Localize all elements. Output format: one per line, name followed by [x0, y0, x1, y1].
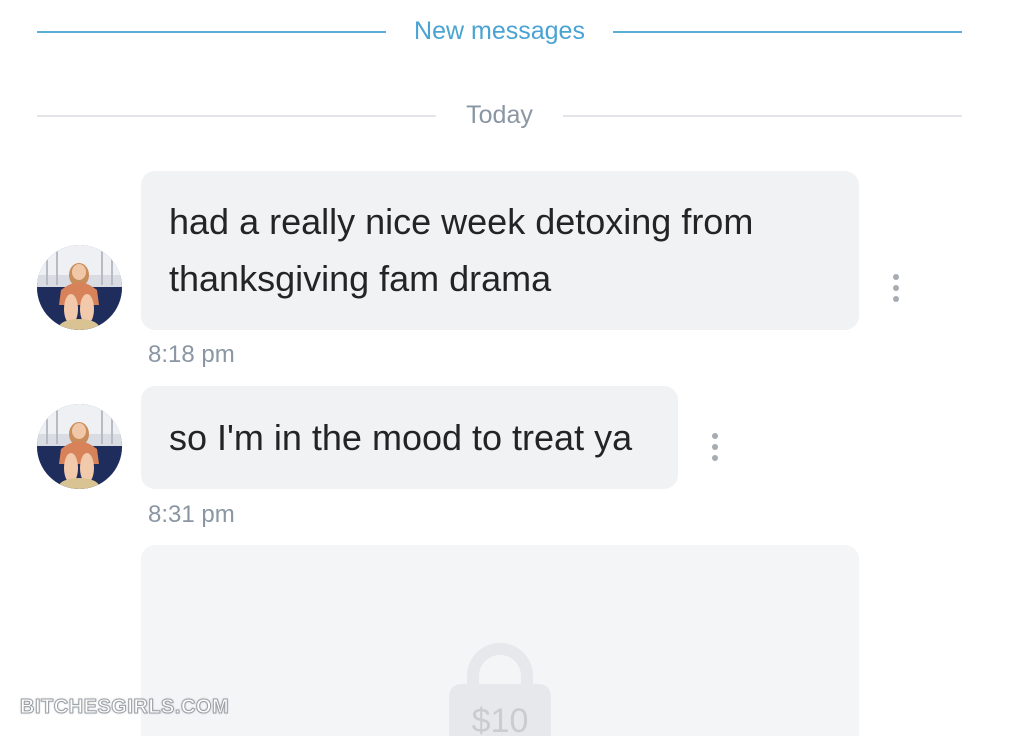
date-divider: Today [37, 103, 962, 128]
watermark: BITCHESGIRLS.COM [19, 696, 230, 719]
message-bubble: had a really nice week detoxing from tha… [141, 171, 859, 330]
new-messages-divider: New messages [37, 19, 962, 44]
message-text: had a really nice week detoxing from [169, 201, 754, 242]
divider-line [562, 114, 962, 117]
price-label: $10 [471, 702, 529, 736]
message-time: 8:18 pm [148, 341, 235, 368]
message-time: 8:31 pm [148, 501, 235, 528]
date-label: Today [466, 101, 533, 129]
divider-line [612, 30, 962, 33]
divider-line [37, 114, 437, 117]
new-messages-label: New messages [414, 17, 585, 45]
chat-thread: New messages Today had a really nice wee… [0, 0, 1020, 736]
divider-line [37, 30, 387, 33]
avatar[interactable] [37, 245, 122, 330]
message-text: so I'm in the mood to treat ya [169, 417, 633, 458]
avatar[interactable] [37, 404, 122, 489]
message-bubble: so I'm in the mood to treat ya [141, 386, 678, 489]
message-text: thanksgiving fam drama [169, 258, 552, 299]
more-vertical-icon[interactable] [892, 274, 900, 302]
more-vertical-icon[interactable] [711, 433, 719, 461]
